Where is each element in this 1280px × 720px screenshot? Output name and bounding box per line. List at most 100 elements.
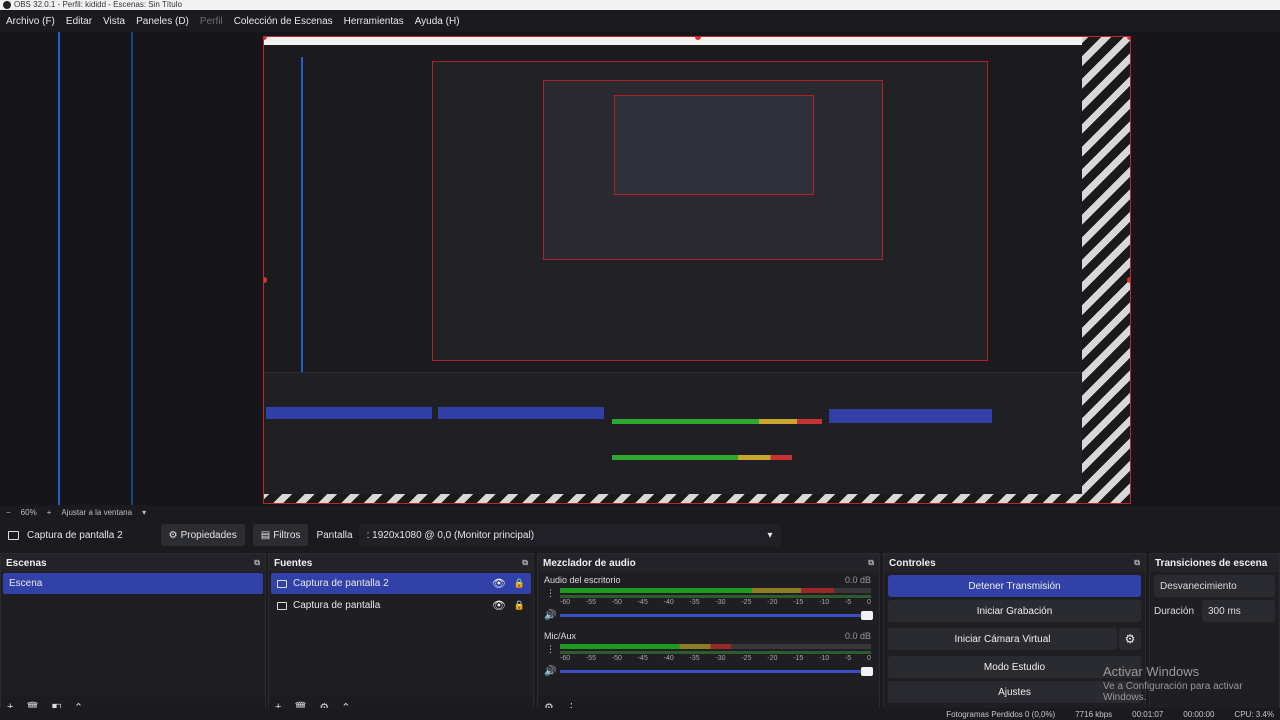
eye-icon[interactable]: 👁 — [492, 599, 506, 612]
menu-herramientas[interactable]: Herramientas — [344, 16, 404, 27]
properties-button[interactable]: ⚙ Propiedades — [160, 524, 245, 546]
recursive-meter — [612, 419, 822, 424]
properties-label: Propiedades — [180, 529, 237, 541]
menu-ayuda[interactable]: Ayuda (H) — [415, 16, 460, 27]
scenes-title: Escenas — [6, 557, 47, 569]
source-item[interactable]: Captura de pantalla 👁 🔒 — [271, 595, 531, 616]
stop-streaming-button[interactable]: Detener Transmisión — [888, 575, 1141, 597]
menu-coleccion-escenas[interactable]: Colección de Escenas — [234, 16, 333, 27]
transitions-dock-header: Transiciones de escena — [1150, 554, 1279, 572]
sources-title: Fuentes — [274, 557, 313, 569]
volume-slider[interactable] — [560, 611, 873, 620]
live-time: 00:01:07 — [1132, 709, 1164, 719]
scale-label: -35 — [689, 599, 700, 606]
title-bar: OBS 32.0.1 - Perfil: kididd - Escenas: S… — [0, 0, 1280, 10]
filters-label: Filtros — [273, 529, 301, 541]
zoom-dropdown-arrow[interactable]: ▾ — [142, 508, 146, 517]
undock-icon[interactable]: ⧉ — [1134, 558, 1140, 568]
eye-icon[interactable]: 👁 — [492, 577, 506, 590]
gear-icon: ⚙ — [168, 529, 178, 541]
volume-slider-knob[interactable] — [861, 667, 873, 676]
controls-title: Controles — [889, 557, 936, 569]
recursive-capture-image — [264, 37, 1082, 494]
preview-area[interactable] — [0, 32, 1280, 505]
lock-icon[interactable]: 🔒 — [514, 578, 525, 589]
virtual-camera-settings-icon[interactable]: ⚙ — [1119, 628, 1141, 650]
scene-item-escena[interactable]: Escena — [3, 573, 263, 594]
scale-label: -5 — [844, 599, 852, 606]
scale-label: -55 — [585, 599, 597, 606]
track-db: 0.0 dB — [844, 575, 871, 585]
speaker-icon[interactable]: 🔊 — [544, 666, 556, 677]
scale-label: -50 — [611, 655, 622, 662]
mixer-title: Mezclador de audio — [543, 557, 636, 569]
menu-vista[interactable]: Vista — [103, 16, 125, 27]
recursive-scene-highlight — [266, 407, 432, 419]
source-item-label: Captura de pantalla 2 — [293, 578, 389, 589]
transitions-title: Transiciones de escena — [1155, 557, 1268, 569]
transition-select[interactable]: Desvanecimiento — [1154, 575, 1275, 597]
duration-row: Duración 300 ms — [1154, 600, 1275, 622]
resize-handle[interactable] — [1127, 277, 1130, 283]
start-virtual-camera-button[interactable]: Iniciar Cámara Virtual — [888, 628, 1117, 650]
filter-icon: ▤ — [260, 529, 271, 541]
zoom-in-button[interactable]: + — [47, 508, 52, 517]
resize-handle[interactable] — [1127, 37, 1130, 40]
scale-label: -40 — [663, 599, 674, 606]
monitor-icon — [277, 579, 287, 588]
menu-archivo[interactable]: Archivo (F) — [6, 16, 55, 27]
zoom-bar: − 60% + Ajustar a la ventana ▾ — [0, 505, 1280, 519]
audio-mixer-dock: Mezclador de audio ⧉ Audio del escritori… — [537, 553, 880, 720]
virtual-cam-row: Iniciar Cámara Virtual ⚙ — [884, 625, 1145, 653]
menu-paneles[interactable]: Paneles (D) — [136, 16, 189, 27]
volume-meter-secondary — [560, 651, 871, 654]
scale-label: -5 — [844, 655, 852, 662]
scale-label: -25 — [741, 655, 752, 662]
source-item[interactable]: Captura de pantalla 2 👁 🔒 — [271, 573, 531, 594]
mixer-dock-header: Mezclador de audio ⧉ — [538, 554, 879, 572]
scale-label: -20 — [767, 655, 778, 662]
volume-meter-fill — [560, 588, 834, 593]
scale-label: -30 — [715, 599, 726, 606]
undock-icon[interactable]: ⧉ — [254, 558, 260, 568]
scale-label: -45 — [637, 599, 648, 606]
lock-icon[interactable]: 🔒 — [514, 600, 525, 611]
filters-button[interactable]: ▤ Filtros — [252, 524, 309, 546]
undock-icon[interactable]: ⧉ — [868, 558, 874, 568]
preview-canvas[interactable] — [263, 36, 1131, 504]
undock-icon[interactable]: ⧉ — [522, 558, 528, 568]
sources-dock-header: Fuentes ⧉ — [269, 554, 533, 572]
kebab-menu-icon[interactable]: ⋮ — [546, 644, 555, 655]
rec-time: 00:00:00 — [1183, 709, 1215, 719]
start-recording-button[interactable]: Iniciar Grabación — [888, 600, 1141, 622]
volume-slider[interactable] — [560, 667, 873, 676]
scenes-dock-header: Escenas ⧉ — [1, 554, 265, 572]
volume-slider-knob[interactable] — [861, 611, 873, 620]
recursive-stop-button — [829, 409, 992, 423]
track-name: Audio del escritorio — [544, 575, 621, 585]
recursive-dock-area — [264, 372, 1082, 494]
menu-perfil[interactable]: Perfil — [200, 16, 223, 27]
display-select[interactable]: : 1920x1080 @ 0,0 (Monitor principal) ▾ — [358, 524, 781, 546]
recursive-capture-level-4 — [614, 95, 814, 195]
menu-editar[interactable]: Editar — [66, 16, 92, 27]
menu-bar: Archivo (F) Editar Vista Paneles (D) Per… — [0, 10, 1280, 32]
mixer-track: Audio del escritorio 0.0 dB ⋮ -60 -55 -50-… — [538, 572, 879, 628]
window-title: OBS 32.0.1 - Perfil: kididd - Escenas: S… — [14, 0, 182, 9]
recursive-source-highlight — [438, 407, 604, 419]
monitor-icon — [277, 601, 287, 610]
guide-line-vertical — [131, 32, 133, 505]
speaker-icon[interactable]: 🔊 — [544, 610, 556, 621]
meter-scale: -60 -55 -50 -45 -40 -35 -30 -25 -20 -15 -10 -5 0 — [560, 599, 871, 606]
kebab-menu-icon[interactable]: ⋮ — [546, 588, 555, 599]
recursive-meter — [612, 455, 792, 460]
transition-select-row: Desvanecimiento — [1154, 575, 1275, 597]
duration-input[interactable]: 300 ms — [1202, 600, 1275, 622]
volume-meter — [560, 588, 871, 593]
fit-to-window-label[interactable]: Ajustar a la ventana — [61, 508, 132, 517]
zoom-out-button[interactable]: − — [6, 508, 11, 517]
scale-label: -50 — [611, 599, 622, 606]
duration-label: Duración — [1154, 605, 1195, 617]
activate-windows-watermark: Activar Windows Ve a Configuración para … — [1103, 664, 1280, 703]
watermark-line-2: Ve a Configuración para activar Windows. — [1103, 681, 1243, 703]
